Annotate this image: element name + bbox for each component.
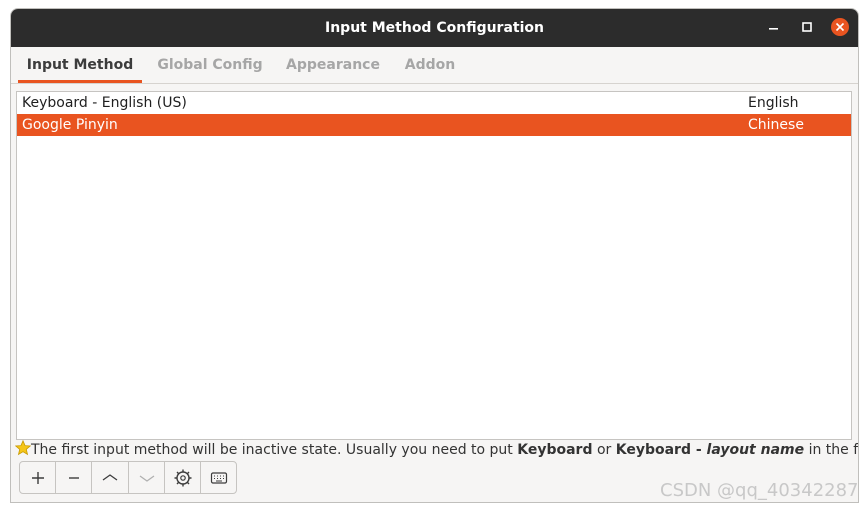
hint-text: in the first place.	[808, 442, 858, 458]
hint-italic-layout-name: layout name	[706, 442, 805, 458]
watermark: CSDN @qq_40342287	[660, 480, 859, 501]
keyboard-layout-button[interactable]	[201, 462, 236, 493]
method-toolbar	[19, 461, 237, 494]
input-method-config-window: Input Method Configuration Input Method …	[10, 8, 859, 503]
remove-icon	[69, 477, 80, 479]
move-down-button[interactable]	[129, 462, 165, 493]
keyboard-layout-icon	[210, 472, 227, 484]
remove-button[interactable]	[56, 462, 93, 493]
title-bar[interactable]: Input Method Configuration	[11, 9, 858, 47]
close-icon	[831, 18, 849, 36]
configure-button[interactable]	[165, 462, 201, 493]
maximize-icon	[802, 22, 812, 32]
input-method-language: Chinese (China)	[748, 117, 804, 155]
window-title: Input Method Configuration	[325, 20, 544, 36]
list-item-selected[interactable]: Google Pinyin Chinese (China)	[17, 114, 851, 155]
hint-message: The first input method will be inactive …	[15, 439, 858, 461]
maximize-button[interactable]	[791, 9, 821, 47]
input-method-name: Google Pinyin	[22, 117, 118, 133]
hint-bold-keyboard-layout: Keyboard -	[615, 442, 707, 458]
tab-input-method[interactable]: Input Method	[18, 47, 142, 83]
move-up-icon	[102, 474, 118, 481]
tab-global-config[interactable]: Global Config	[152, 47, 268, 83]
star-icon	[15, 440, 31, 456]
tab-addon[interactable]: Addon	[397, 47, 463, 83]
close-button[interactable]	[825, 9, 855, 47]
tab-appearance[interactable]: Appearance	[279, 47, 387, 83]
tab-bar: Input Method Global Config Appearance Ad…	[11, 47, 858, 84]
input-method-language: English	[748, 95, 799, 111]
minimize-button[interactable]	[759, 9, 789, 47]
add-button[interactable]	[20, 462, 57, 493]
hint-text: The first input method will be inactive …	[31, 442, 518, 458]
move-up-button[interactable]	[92, 462, 129, 493]
move-down-icon	[139, 475, 154, 482]
minimize-icon	[769, 28, 778, 30]
configure-icon	[174, 469, 192, 487]
list-item[interactable]: Keyboard - English (US) English	[17, 92, 851, 114]
input-method-name: Keyboard - English (US)	[22, 95, 187, 111]
hint-bold-keyboard: Keyboard	[517, 442, 593, 458]
hint-text: or	[592, 442, 616, 458]
add-icon	[32, 472, 44, 484]
input-method-list[interactable]: Keyboard - English (US) English Google P…	[16, 91, 852, 440]
